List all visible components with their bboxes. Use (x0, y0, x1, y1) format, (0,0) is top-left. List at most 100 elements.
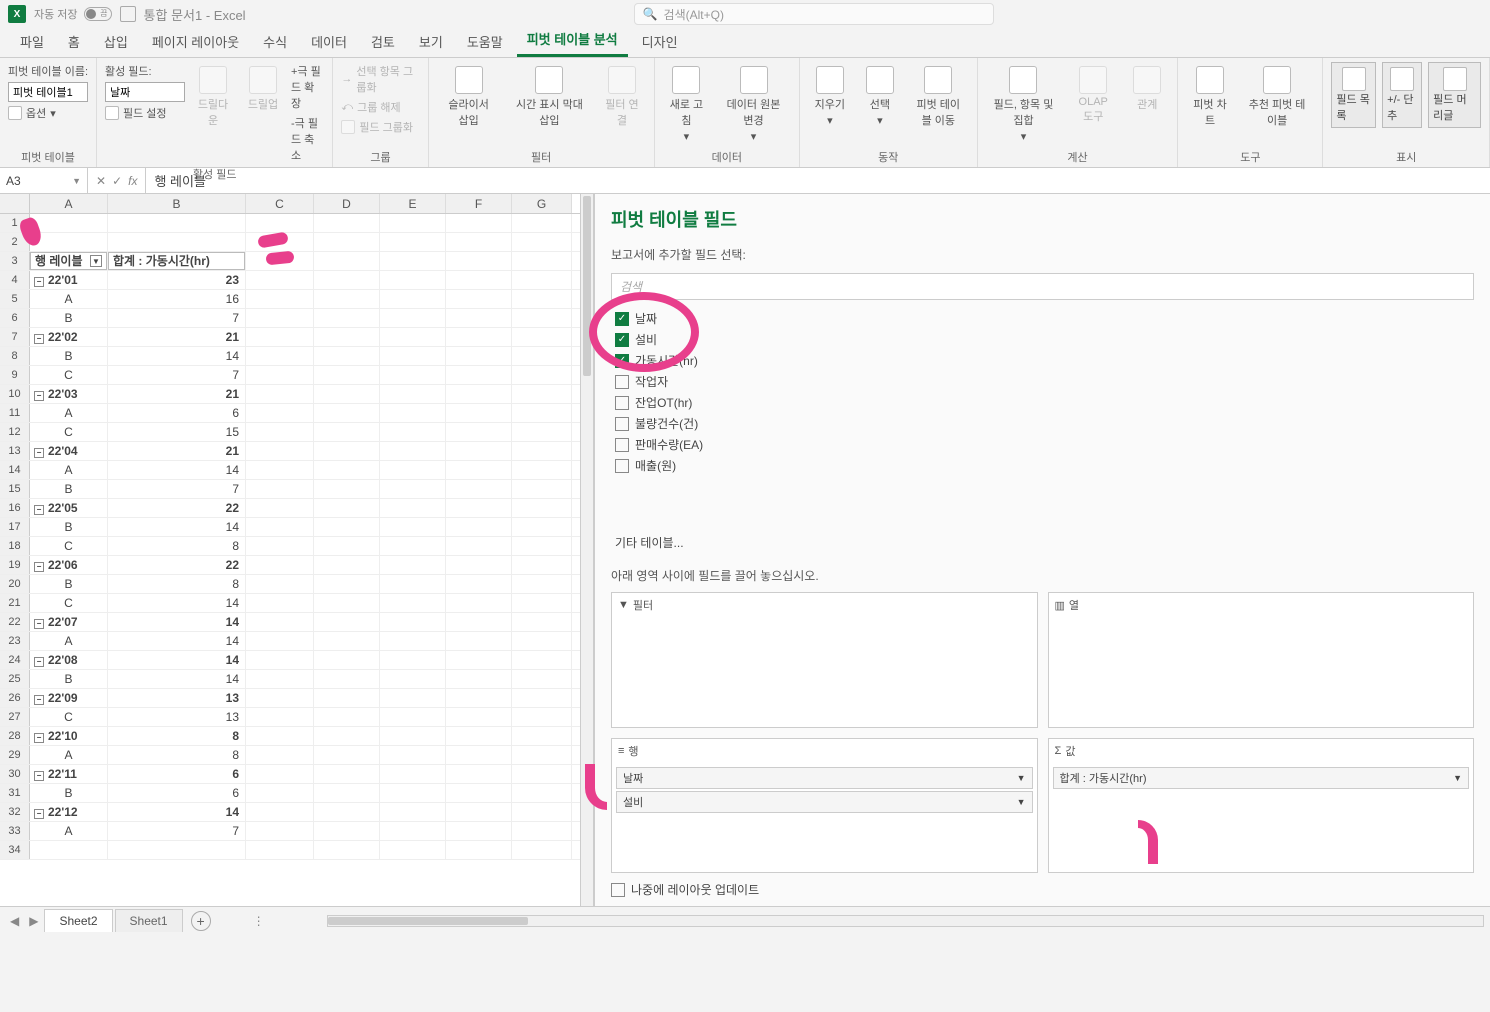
row-header[interactable]: 13 (0, 442, 30, 460)
name-box[interactable]: A3▼ (0, 168, 88, 193)
pivot-item-cell[interactable]: A (30, 822, 108, 840)
tab-insert[interactable]: 삽입 (94, 26, 138, 57)
col-header-B[interactable]: B (108, 194, 246, 213)
pivot-group-cell[interactable]: −22'12 (30, 803, 108, 821)
recommend-pivot-button[interactable]: 추천 피벗 테이블 (1240, 62, 1315, 132)
pivot-value-cell[interactable]: 8 (108, 746, 246, 764)
tab-design[interactable]: 디자인 (632, 26, 688, 57)
pivot-value-cell[interactable]: 23 (108, 271, 246, 289)
pivot-value-cell[interactable]: 8 (108, 575, 246, 593)
tab-data[interactable]: 데이터 (301, 26, 357, 57)
pivot-item-cell[interactable]: C (30, 708, 108, 726)
pivot-value-cell[interactable]: 16 (108, 290, 246, 308)
refresh-button[interactable]: 새로 고침 ▾ (663, 62, 710, 147)
pivot-item-cell[interactable]: A (30, 746, 108, 764)
row-header[interactable]: 23 (0, 632, 30, 650)
accept-formula-icon[interactable]: ✓ (112, 174, 122, 188)
field-item[interactable]: 불량건수(건) (611, 413, 1474, 434)
tab-pivot-analyze[interactable]: 피벗 테이블 분석 (517, 23, 628, 57)
pivot-value-cell[interactable]: 7 (108, 366, 246, 384)
pivot-value-cell[interactable] (108, 841, 246, 859)
row-header[interactable]: 25 (0, 670, 30, 688)
row-header[interactable]: 14 (0, 461, 30, 479)
pivot-value-cell[interactable]: 22 (108, 499, 246, 517)
row-header[interactable]: 33 (0, 822, 30, 840)
vertical-scrollbar[interactable] (580, 194, 594, 906)
area-rows[interactable]: ≡행 날짜▼설비▼ (611, 738, 1038, 874)
pivot-group-cell[interactable]: −22'02 (30, 328, 108, 346)
row-header[interactable]: 24 (0, 651, 30, 669)
pivot-value-cell[interactable]: 14 (108, 632, 246, 650)
pivot-value-cell[interactable]: 13 (108, 708, 246, 726)
row-header[interactable]: 1 (0, 214, 30, 232)
pivot-value-cell[interactable]: 7 (108, 309, 246, 327)
row-header[interactable]: 11 (0, 404, 30, 422)
collapse-icon[interactable]: − (34, 695, 44, 705)
field-item[interactable]: 매출(원) (611, 455, 1474, 476)
pivot-group-cell[interactable]: −22'08 (30, 651, 108, 669)
sheet-nav-next-icon[interactable]: ▶ (25, 914, 42, 928)
row-header[interactable]: 28 (0, 727, 30, 745)
collapse-icon[interactable]: − (34, 771, 44, 781)
field-checkbox[interactable] (615, 396, 629, 410)
autosave-toggle[interactable]: 자동 저장 끔 (34, 6, 112, 22)
slicer-button[interactable]: 슬라이서 삽입 (437, 62, 501, 132)
pivot-chart-button[interactable]: 피벗 차트 (1186, 62, 1233, 132)
field-item[interactable]: 판매수량(EA) (611, 434, 1474, 455)
move-pivot-button[interactable]: 피벗 테이블 이동 (908, 62, 969, 132)
tab-page-layout[interactable]: 페이지 레이아웃 (142, 26, 249, 57)
pivot-value-cell[interactable]: 7 (108, 822, 246, 840)
row-header[interactable]: 9 (0, 366, 30, 384)
row-header[interactable]: 18 (0, 537, 30, 555)
row-header[interactable]: 7 (0, 328, 30, 346)
pivot-item-cell[interactable]: B (30, 575, 108, 593)
pane-search-input[interactable]: 검색 (611, 273, 1474, 300)
row-header[interactable]: 5 (0, 290, 30, 308)
row-header[interactable]: 17 (0, 518, 30, 536)
pivot-item-cell[interactable]: A (30, 290, 108, 308)
pivot-value-cell[interactable]: 14 (108, 803, 246, 821)
cancel-formula-icon[interactable]: ✕ (96, 174, 106, 188)
row-header[interactable]: 31 (0, 784, 30, 802)
pivot-item-cell[interactable]: C (30, 423, 108, 441)
pivot-item-cell[interactable]: B (30, 670, 108, 688)
collapse-icon[interactable]: − (34, 505, 44, 515)
row-header[interactable]: 22 (0, 613, 30, 631)
field-checkbox[interactable] (615, 375, 629, 389)
clear-button[interactable]: 지우기 ▾ (808, 62, 852, 131)
collapse-field-button[interactable]: -극 필드 축소 (291, 114, 324, 164)
pivot-group-cell[interactable]: −22'03 (30, 385, 108, 403)
pivot-group-cell[interactable]: −22'05 (30, 499, 108, 517)
field-list-toggle[interactable]: 필드 목록 (1331, 62, 1376, 128)
tab-view[interactable]: 보기 (409, 26, 453, 57)
pivot-value-cell[interactable]: 21 (108, 385, 246, 403)
spreadsheet[interactable]: A B C D E F G 123행 레이블▼합계 : 가동시간(hr)4−22… (0, 194, 580, 906)
pivot-value-cell[interactable]: 6 (108, 784, 246, 802)
pivot-value-cell[interactable]: 7 (108, 480, 246, 498)
field-item[interactable]: 잔업OT(hr) (611, 392, 1474, 413)
change-source-button[interactable]: 데이터 원본 변경 ▾ (716, 62, 791, 147)
area-columns[interactable]: ▥열 (1048, 592, 1475, 728)
chevron-down-icon[interactable]: ▼ (1017, 773, 1026, 783)
col-header-F[interactable]: F (446, 194, 512, 213)
pivot-value-cell[interactable]: 14 (108, 670, 246, 688)
field-checkbox[interactable] (615, 438, 629, 452)
pivot-item-cell[interactable]: C (30, 366, 108, 384)
chevron-down-icon[interactable]: ▼ (1017, 797, 1026, 807)
collapse-icon[interactable]: − (34, 448, 44, 458)
tab-home[interactable]: 홈 (58, 26, 90, 57)
row-label-dropdown-icon[interactable]: ▼ (90, 255, 102, 267)
pivot-item-cell[interactable]: A (30, 632, 108, 650)
sheet-tab-active[interactable]: Sheet2 (44, 909, 112, 932)
pivot-item-cell[interactable]: B (30, 347, 108, 365)
field-item[interactable]: ✓날짜 (611, 308, 1474, 329)
col-header-D[interactable]: D (314, 194, 380, 213)
row-header[interactable]: 12 (0, 423, 30, 441)
field-settings-button[interactable]: 필드 설정 (105, 104, 185, 122)
expand-field-button[interactable]: +극 필드 확장 (291, 62, 324, 112)
tab-help[interactable]: 도움말 (457, 26, 513, 57)
row-header[interactable]: 32 (0, 803, 30, 821)
row-header[interactable]: 3 (0, 252, 30, 270)
tab-formulas[interactable]: 수식 (253, 26, 297, 57)
field-checkbox[interactable] (615, 417, 629, 431)
